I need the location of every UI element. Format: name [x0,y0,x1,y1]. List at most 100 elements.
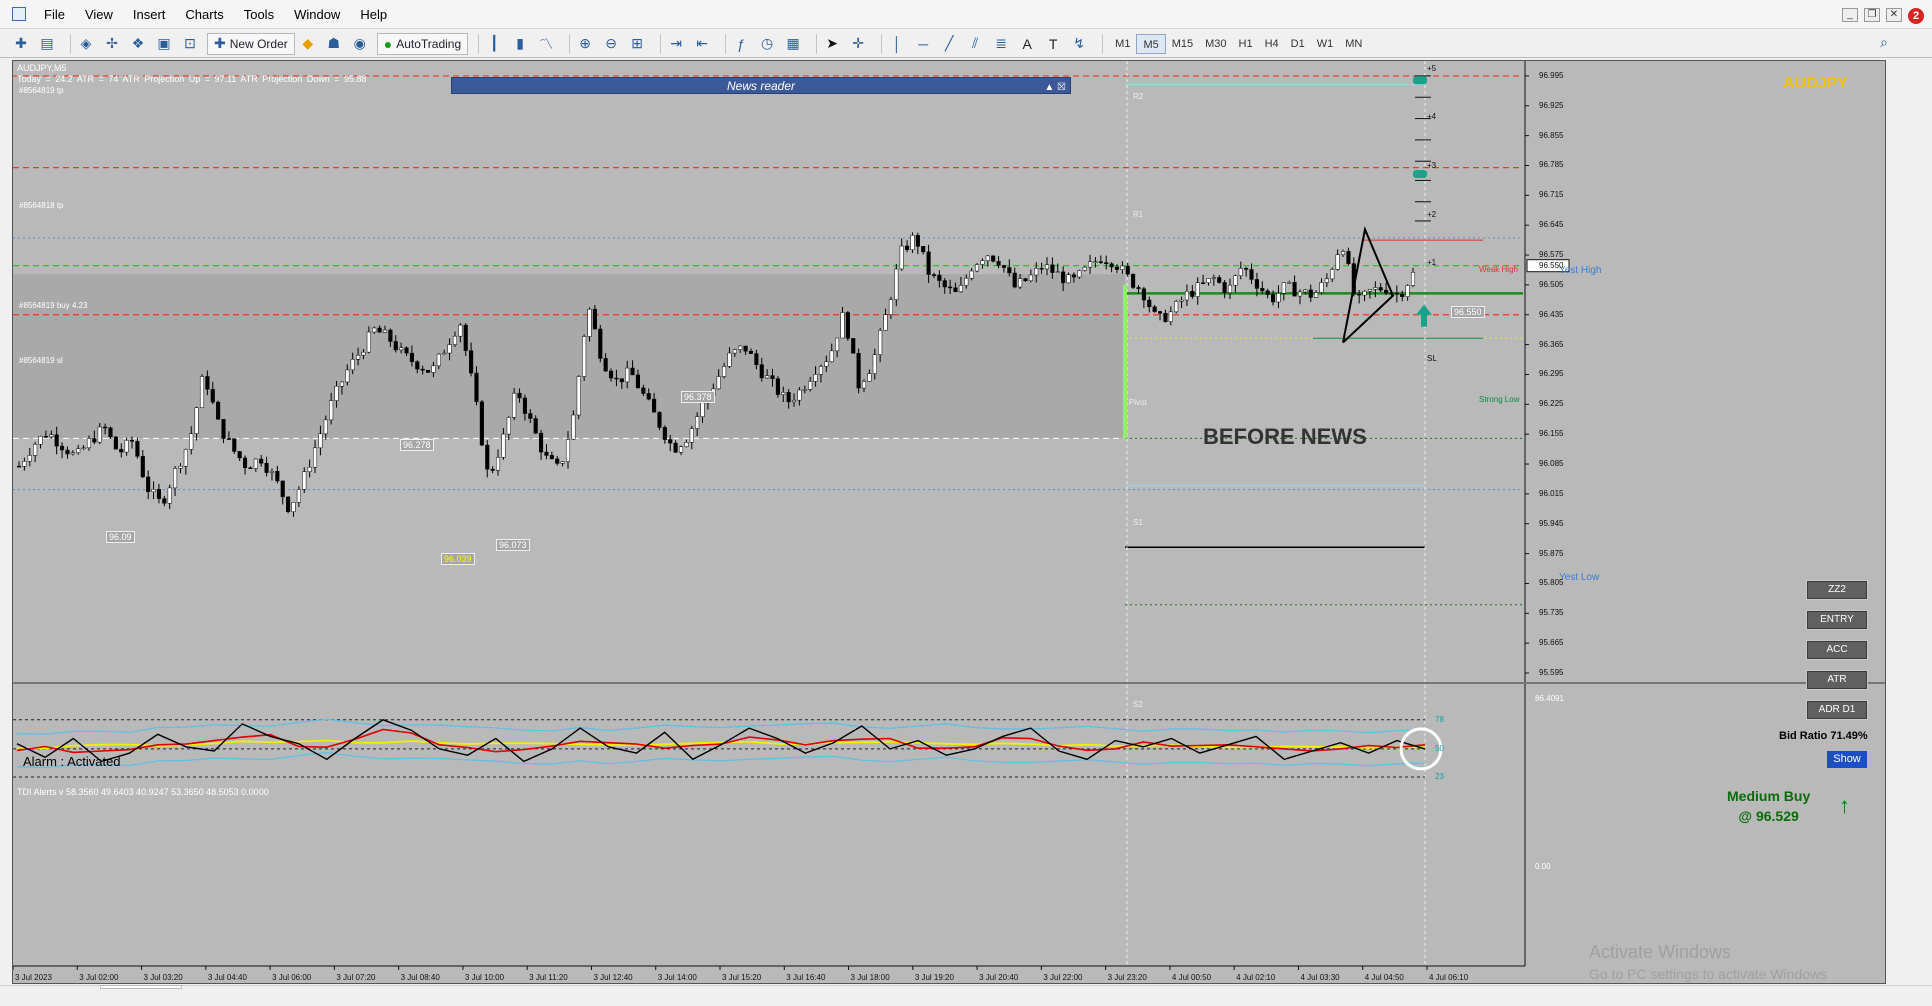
tdi-rsi-line [16,719,1426,763]
horizontal-line-icon[interactable]: ─ [914,33,936,55]
acc-button[interactable]: ACC [1806,640,1868,660]
news-reader-controls[interactable]: ▲ ☒ [1044,79,1066,96]
candle [571,414,576,440]
fib-sl: SL [1427,354,1437,363]
strategy-tester-icon[interactable]: ⊡ [181,33,203,55]
menu-insert[interactable]: Insert [123,0,176,29]
restore-icon[interactable]: ❐ [1864,8,1880,22]
periods-icon[interactable]: ◷ [758,33,780,55]
autotrading-button[interactable]: ● AutoTrading [376,32,469,55]
minimize-icon[interactable]: _ [1842,8,1858,22]
candle [1077,270,1082,278]
close-icon[interactable]: ✕ [1886,8,1902,22]
new-chart-icon[interactable]: ✚ [12,33,34,55]
menu-window[interactable]: Window [284,0,350,29]
chart-tab[interactable] [100,985,182,989]
candle [1050,264,1055,273]
news-reader-panel[interactable]: News reader ▲ ☒ [451,77,1071,94]
candlestick-icon[interactable]: ▮ [511,33,533,55]
candle [409,352,414,362]
candle [625,367,630,383]
menu-view[interactable]: View [75,0,123,29]
candle [872,354,877,374]
tdi-upper-band [16,718,1426,735]
candle [426,369,431,373]
candle [377,327,382,333]
candle [1001,265,1006,268]
chat-icon[interactable]: ◉ [351,33,373,55]
candle [490,468,495,471]
market-watch-icon[interactable]: ◈ [77,33,99,55]
price-axis-label: 95.735 [1539,608,1564,618]
toolbar-separator [816,33,818,54]
channel-icon[interactable]: ⫽ [966,33,988,55]
tile-windows-icon[interactable]: ⊞ [628,33,650,55]
mt4-app: File View Insert Charts Tools Window Hel… [0,0,1932,1006]
atr-button[interactable]: ATR [1806,670,1868,690]
candle [178,465,183,469]
templates-icon[interactable]: ▦ [784,33,806,55]
crosshair-icon[interactable]: ✛ [849,33,871,55]
candle [43,435,48,438]
metaeditor-icon[interactable]: ◆ [299,33,321,55]
menu-charts[interactable]: Charts [175,0,233,29]
timeframe-m1[interactable]: M1 [1109,34,1136,54]
search-icon[interactable]: ⌕ [1880,34,1888,51]
navigator-icon[interactable]: ❖ [129,33,151,55]
fibonacci-icon[interactable]: ≣ [992,33,1014,55]
candle [829,350,834,362]
entry-button[interactable]: ENTRY [1806,610,1868,630]
candle [985,255,990,261]
timeframe-d1[interactable]: D1 [1285,34,1311,54]
auto-scroll-icon[interactable]: ⇥ [667,33,689,55]
timeframe-h1[interactable]: H1 [1233,34,1259,54]
adr-d1-button[interactable]: ADR D1 [1806,700,1868,720]
bar-chart-icon[interactable]: ┃ [485,33,507,55]
new-order-button[interactable]: ✚ New Order [207,32,295,55]
cursor-icon[interactable]: ➤ [823,33,845,55]
candle [921,246,926,253]
timeframe-h4[interactable]: H4 [1259,34,1285,54]
show-button[interactable]: Show [1827,751,1867,768]
tdi-title: TDI Alerts v 58.3560 49.6403 40.9247 53.… [17,787,269,797]
timeframe-m5[interactable]: M5 [1136,33,1166,54]
candle [522,397,527,414]
zoom-out-icon[interactable]: ⊖ [602,33,624,55]
zigzag-triangle [1342,226,1395,344]
trendline-icon[interactable]: ╱ [940,33,962,55]
chart-shift-icon[interactable]: ⇤ [693,33,715,55]
terminal-icon[interactable]: ▣ [155,33,177,55]
text-label-icon[interactable]: T [1044,33,1066,55]
profiles-icon[interactable]: ▤ [38,33,60,55]
indicators-icon[interactable]: ƒ [732,33,754,55]
toolbar-separator [70,33,71,54]
timeframe-w1[interactable]: W1 [1311,34,1340,54]
menu-help[interactable]: Help [350,0,397,29]
candle [1217,277,1222,283]
candle [657,411,662,428]
candle [167,487,172,504]
vertical-line-icon[interactable]: │ [888,33,910,55]
zz2-button[interactable]: ZZ2 [1806,580,1868,600]
candle [447,344,452,354]
line-chart-icon[interactable]: 〽 [537,33,559,55]
price-axis-label: 95.665 [1539,638,1564,648]
arrows-icon[interactable]: ↯ [1070,33,1092,55]
timeframe-mn[interactable]: MN [1339,34,1368,54]
data-window-icon[interactable]: ✢ [103,33,125,55]
candle [942,280,947,288]
notification-badge[interactable]: 2 [1908,8,1924,24]
menu-tools[interactable]: Tools [234,0,284,29]
tdi-axis-label: 86.4091 [1535,694,1564,703]
timeframe-m30[interactable]: M30 [1199,34,1232,54]
candle [329,400,334,421]
order-label-sl: #8564819 sl [19,356,63,365]
text-tool-icon[interactable]: A [1018,33,1040,55]
menu-file[interactable]: File [34,0,75,29]
timeframe-m15[interactable]: M15 [1166,34,1199,54]
chart-canvas[interactable] [13,61,1886,984]
signals-icon[interactable]: ☗ [325,33,347,55]
chart-window[interactable]: AUDJPY,M5 Today = 24.2 ATR = 74 ATR Proj… [12,60,1886,984]
candle [813,374,818,382]
zoom-in-icon[interactable]: ⊕ [576,33,598,55]
